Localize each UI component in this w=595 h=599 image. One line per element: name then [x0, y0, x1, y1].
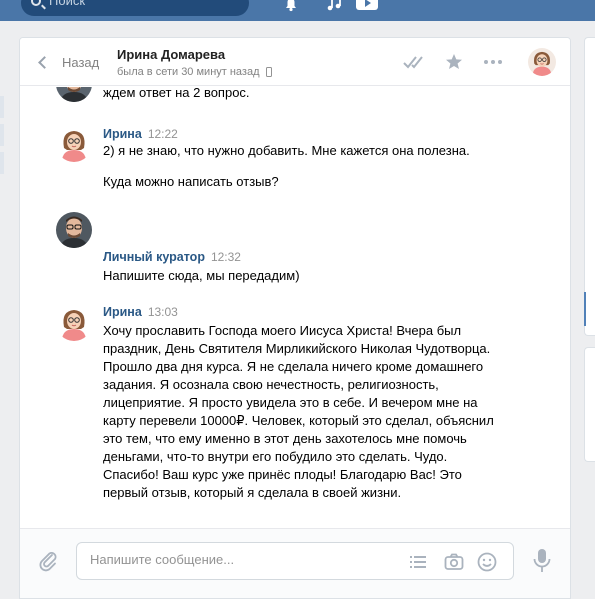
message-text: Куда можно написать отзыв?: [103, 174, 279, 189]
message-text: Хочу прославить Господа моего Иисуса Хри…: [103, 323, 494, 500]
left-menu-stub[interactable]: [0, 124, 4, 146]
peer-status: была в сети 30 минут назад: [117, 66, 272, 78]
search-box[interactable]: Поиск: [21, 0, 249, 16]
chat-panel: Назад Ирина Домарева была в сети 30 мину…: [19, 37, 571, 599]
avatar[interactable]: [528, 48, 556, 76]
bell-icon[interactable]: [283, 0, 299, 12]
music-icon[interactable]: [326, 0, 342, 12]
double-check-icon[interactable]: [402, 52, 430, 72]
message-author[interactable]: Ирина 12:22: [103, 127, 178, 141]
mic-icon[interactable]: [531, 547, 553, 575]
chevron-left-icon: [38, 55, 51, 69]
search-icon: [31, 0, 41, 6]
star-icon[interactable]: [444, 52, 464, 72]
avatar[interactable]: [56, 126, 92, 162]
peer-status-text: была в сети 30 минут назад: [117, 66, 260, 78]
message-composer: [20, 528, 570, 598]
message-input[interactable]: [90, 552, 390, 567]
top-navigation-bar: Поиск: [0, 0, 595, 21]
left-menu-stub[interactable]: [0, 152, 4, 174]
message-author[interactable]: Ирина 13:03: [103, 305, 178, 319]
message-text: 2) я не знаю, что нужно добавить. Мне ка…: [103, 143, 470, 158]
message-text: Напишите сюда, мы передадим): [103, 268, 300, 283]
more-icon[interactable]: [482, 52, 504, 72]
active-indicator: [584, 292, 586, 326]
right-dialog-list[interactable]: [584, 37, 595, 336]
camera-icon[interactable]: [443, 551, 465, 573]
attach-icon[interactable]: [38, 550, 60, 572]
back-label: Назад: [62, 54, 100, 70]
avatar[interactable]: [56, 87, 92, 102]
left-menu-stub[interactable]: [0, 96, 4, 118]
back-button[interactable]: Назад: [34, 38, 99, 86]
message-text: ждем ответ на 2 вопрос.: [103, 87, 250, 100]
search-placeholder: Поиск: [49, 0, 86, 8]
message-input-box[interactable]: [76, 542, 514, 580]
play-icon[interactable]: [356, 0, 378, 12]
message-time: 12:32: [210, 250, 241, 264]
avatar[interactable]: [56, 305, 92, 341]
list-icon[interactable]: [407, 551, 429, 573]
right-panel[interactable]: [584, 347, 595, 462]
chat-header: Назад Ирина Домарева была в сети 30 мину…: [20, 38, 570, 86]
mobile-icon: [265, 67, 272, 77]
smile-icon[interactable]: [476, 551, 498, 573]
avatar[interactable]: [56, 212, 92, 248]
message-time: 12:22: [147, 127, 178, 141]
peer-name[interactable]: Ирина Домарева: [117, 47, 225, 62]
message-author[interactable]: Личный куратор 12:32: [103, 250, 241, 264]
message-time: 13:03: [147, 305, 178, 319]
message-history: ждем ответ на 2 вопрос. Ирина 12:22 2) я …: [20, 87, 570, 528]
